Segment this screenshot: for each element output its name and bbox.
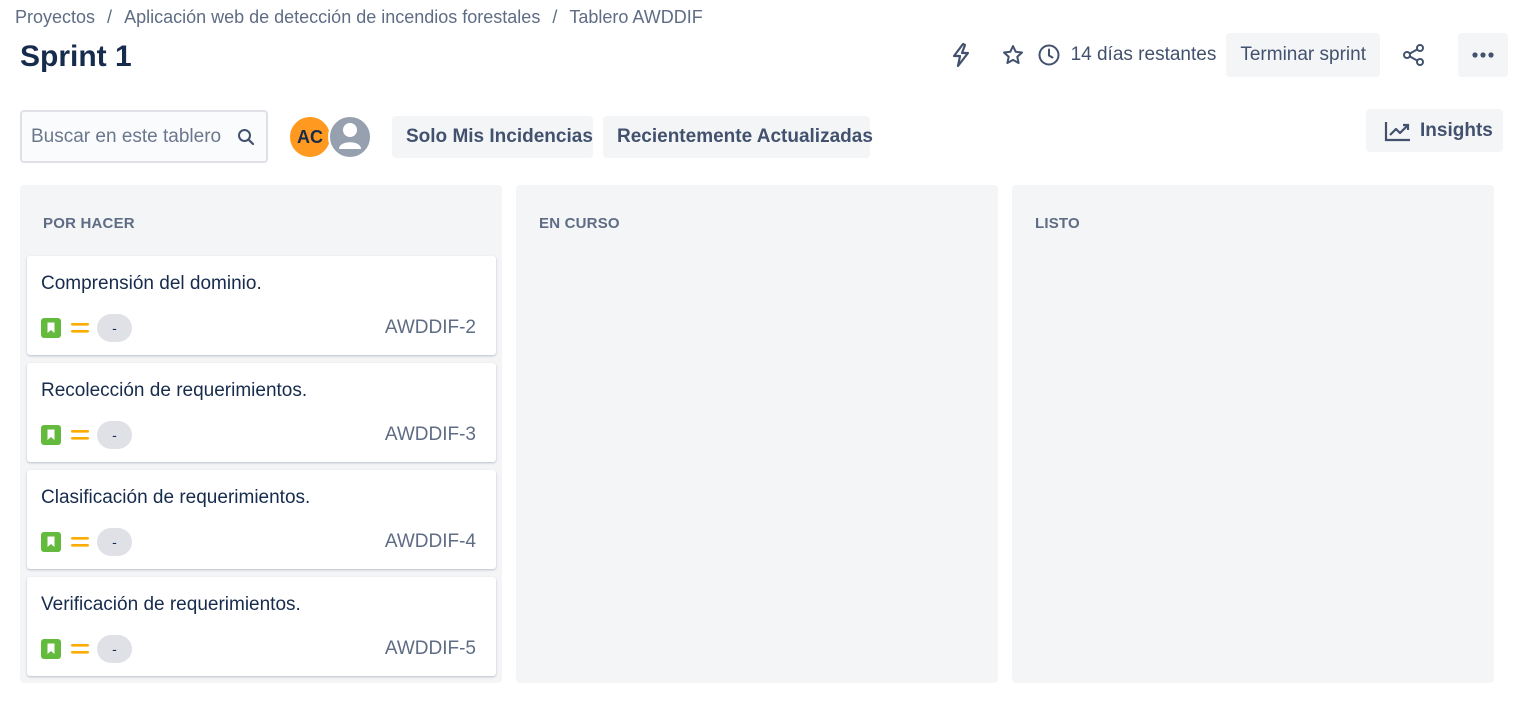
column-in-progress: EN CURSO: [516, 185, 998, 683]
card-footer: - AWDDIF-3: [41, 421, 476, 449]
card-footer: - AWDDIF-4: [41, 528, 476, 556]
assignee-filter-avatars: AC: [288, 115, 372, 159]
insights-label: Insights: [1420, 119, 1493, 141]
column-header: LISTO: [1035, 215, 1080, 232]
recently-updated-filter[interactable]: Recientemente Actualizadas: [603, 116, 873, 158]
priority-medium-icon: [71, 535, 89, 549]
column-header: POR HACER: [43, 215, 135, 232]
card-title: Recolección de requerimientos.: [41, 380, 308, 401]
search-field: [20, 110, 268, 163]
search-input[interactable]: [31, 125, 231, 148]
card-footer: - AWDDIF-2: [41, 314, 476, 342]
column-todo: POR HACER Comprensión del dominio. - AWD…: [20, 185, 502, 683]
breadcrumb-project[interactable]: Aplicación web de detección de incendios…: [124, 7, 540, 28]
priority-medium-icon: [71, 428, 89, 442]
avatar-unassigned[interactable]: [328, 115, 372, 159]
page-title: Sprint 1: [20, 40, 132, 73]
issue-key[interactable]: AWDDIF-2: [385, 317, 476, 339]
automation-lightning-icon: [949, 42, 973, 68]
issue-card[interactable]: Verificación de requerimientos. - AWDDIF…: [27, 577, 496, 676]
search-icon: [236, 127, 256, 147]
issue-key[interactable]: AWDDIF-5: [385, 638, 476, 660]
estimate-badge: -: [97, 528, 132, 556]
issue-key[interactable]: AWDDIF-3: [385, 424, 476, 446]
only-my-issues-filter[interactable]: Solo Mis Incidencias: [392, 116, 593, 158]
card-footer: - AWDDIF-5: [41, 635, 476, 663]
card-title: Clasificación de requerimientos.: [41, 487, 311, 508]
user-icon: [330, 117, 370, 157]
days-remaining-text: 14 días restantes: [1070, 44, 1217, 65]
card-list: Comprensión del dominio. - AWDDIF-2 Reco…: [27, 256, 496, 684]
star-button[interactable]: [991, 33, 1035, 77]
breadcrumb-separator: /: [107, 7, 113, 27]
estimate-badge: -: [97, 314, 132, 342]
issue-key[interactable]: AWDDIF-4: [385, 531, 476, 553]
issue-card[interactable]: Comprensión del dominio. - AWDDIF-2: [27, 256, 496, 355]
story-icon: [41, 425, 61, 445]
card-title: Comprensión del dominio.: [41, 273, 262, 294]
story-icon: [41, 318, 61, 338]
board-page: Proyectos / Aplicación web de detección …: [0, 0, 1525, 721]
column-header: EN CURSO: [539, 215, 620, 232]
breadcrumb-projects[interactable]: Proyectos: [15, 7, 95, 28]
priority-medium-icon: [71, 642, 89, 656]
breadcrumb: Proyectos / Aplicación web de detección …: [15, 7, 703, 28]
insights-button[interactable]: Insights: [1366, 109, 1503, 152]
estimate-badge: -: [97, 635, 132, 663]
card-title: Verificación de requerimientos.: [41, 594, 301, 615]
header-actions: 14 días restantes Terminar sprint: [939, 33, 1508, 77]
star-icon: [1001, 43, 1025, 67]
complete-sprint-button[interactable]: Terminar sprint: [1226, 33, 1380, 77]
story-icon: [41, 639, 61, 659]
breadcrumb-separator: /: [552, 7, 558, 27]
column-done: LISTO: [1012, 185, 1494, 683]
estimate-badge: -: [97, 421, 132, 449]
more-options-button[interactable]: [1458, 33, 1508, 77]
story-icon: [41, 532, 61, 552]
share-button[interactable]: [1392, 33, 1436, 77]
priority-medium-icon: [71, 321, 89, 335]
clock-icon: [1037, 43, 1061, 67]
trending-chart-icon: [1384, 120, 1412, 142]
more-icon: [1471, 46, 1495, 64]
share-icon: [1401, 42, 1427, 68]
automation-button[interactable]: [939, 33, 983, 77]
breadcrumb-board[interactable]: Tablero AWDDIF: [569, 7, 702, 28]
issue-card[interactable]: Clasificación de requerimientos. - AWDDI…: [27, 470, 496, 569]
avatar-ac[interactable]: AC: [288, 115, 332, 159]
issue-card[interactable]: Recolección de requerimientos. - AWDDIF-…: [27, 363, 496, 462]
sprint-days-remaining: 14 días restantes: [1037, 43, 1217, 67]
avatar-initials: AC: [297, 126, 323, 147]
